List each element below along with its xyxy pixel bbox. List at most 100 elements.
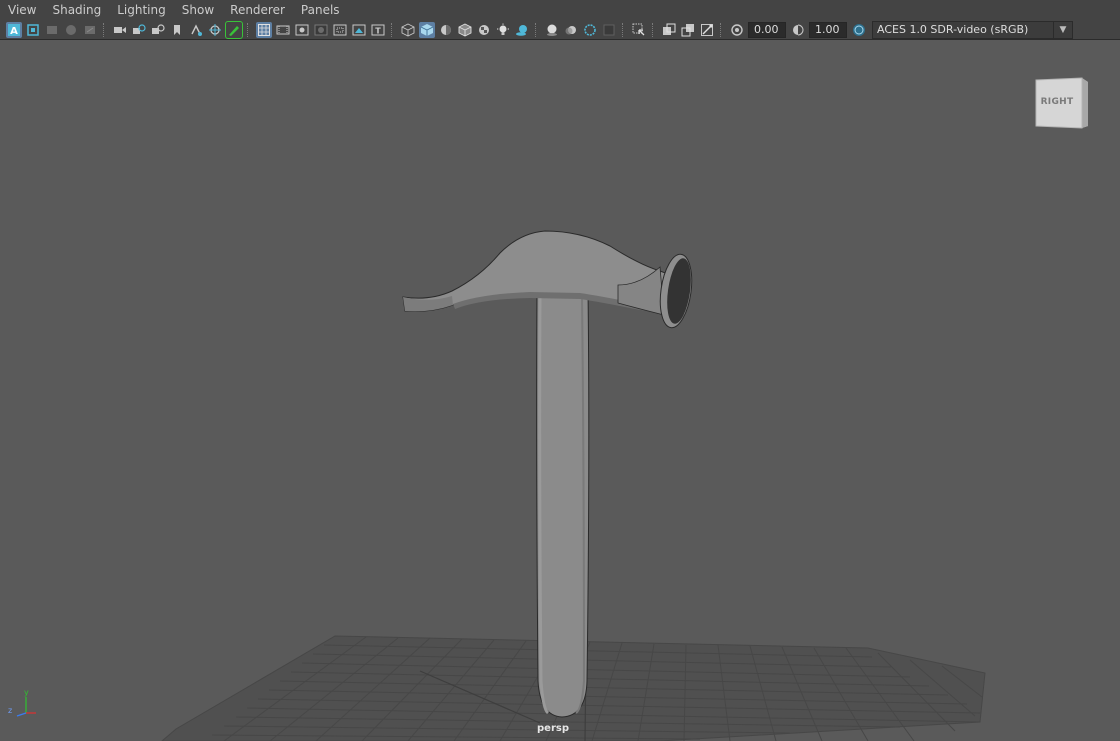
xray-active-components-button[interactable]: [680, 22, 696, 38]
camera-attributes-button[interactable]: [25, 22, 41, 38]
half-sphere-icon: [440, 24, 451, 35]
maya-viewport-panel: View Shading Lighting Show Renderer Pane…: [0, 0, 1120, 741]
safe-action-button[interactable]: [351, 22, 367, 38]
grid-icon: [257, 23, 270, 36]
axis-gizmo: y z: [6, 687, 36, 719]
viewcube-face-label: RIGHT: [1040, 97, 1074, 107]
panel-menubar: View Shading Lighting Show Renderer Pane…: [0, 0, 1120, 20]
motion-blur-button[interactable]: [563, 22, 579, 38]
snap-button[interactable]: [188, 22, 204, 38]
motion-blur-icon: [565, 25, 576, 34]
safe-title-icon: T: [371, 24, 384, 35]
toolbar-separator: [103, 22, 106, 37]
grid-toggle-button[interactable]: [255, 21, 272, 38]
2d-pan-button[interactable]: [82, 22, 98, 38]
hammer-handle: [536, 288, 590, 718]
aa-circle-icon: [583, 23, 596, 36]
frame-icon: [26, 23, 39, 36]
view-transform-dropdown[interactable]: ACES 1.0 SDR-video (sRGB) ▼: [872, 20, 1073, 39]
video-camera-icon: [113, 26, 126, 33]
field-chart-button[interactable]: [332, 22, 348, 38]
screen-space-ao-button[interactable]: [544, 22, 560, 38]
grease-pencil-button[interactable]: [224, 20, 243, 39]
resolution-gate-icon: [295, 24, 308, 35]
resolution-gate-button[interactable]: [294, 22, 310, 38]
gate-mask-icon: [314, 24, 327, 35]
pencil-icon: [228, 25, 239, 36]
sphere-dim-icon: [65, 24, 76, 35]
toolbar-separator: [622, 22, 625, 37]
menu-lighting[interactable]: Lighting: [109, 0, 174, 20]
camera-name-label: persp: [537, 723, 569, 734]
gamma-icon: [792, 24, 803, 35]
chevron-down-icon: ▼: [1053, 21, 1072, 38]
bookmark-button[interactable]: [169, 22, 185, 38]
camera-aim-icon: [132, 23, 146, 34]
camera-aim-up-button[interactable]: [150, 22, 166, 38]
wireframe-cube-icon: [401, 22, 414, 37]
panel-toolbar: A T 0.00 1.00 ACES 1.0 SDR-video (sRGB) …: [0, 20, 1120, 40]
dof-icon: [603, 24, 614, 35]
shaded-cube-icon: [420, 23, 433, 36]
menu-panels[interactable]: Panels: [293, 0, 348, 20]
bookmarks-button[interactable]: [44, 22, 60, 38]
xray-icon: [662, 23, 675, 35]
safe-action-icon: [352, 24, 365, 35]
film-gate-button[interactable]: [275, 22, 291, 38]
menu-shading[interactable]: Shading: [44, 0, 109, 20]
bookmark-icon: [173, 24, 180, 35]
scene-canvas: [161, 230, 986, 741]
camera-button[interactable]: [112, 22, 128, 38]
transform-button[interactable]: [207, 22, 223, 38]
gamma-button[interactable]: [790, 22, 806, 38]
smooth-shade-button[interactable]: [418, 21, 435, 38]
image-plane-button[interactable]: [63, 22, 79, 38]
anti-aliasing-button[interactable]: [582, 22, 598, 38]
view-transform-label: ACES 1.0 SDR-video (sRGB): [877, 23, 1029, 36]
svg-text:T: T: [375, 26, 381, 35]
depth-of-field-button[interactable]: [601, 22, 617, 38]
xray-joints-button[interactable]: [699, 22, 715, 38]
image-plane-icon: [46, 25, 57, 34]
wireframe-button[interactable]: [400, 22, 416, 38]
aperture-icon: [730, 23, 743, 36]
toolbar-separator: [391, 22, 394, 37]
xray-components-icon: [681, 23, 694, 36]
shadows-button[interactable]: [514, 22, 530, 38]
toolbar-separator: [535, 22, 538, 37]
exposure-button[interactable]: [729, 22, 745, 38]
menu-renderer[interactable]: Renderer: [222, 0, 293, 20]
menu-view[interactable]: View: [0, 0, 44, 20]
ao-sphere-icon: [546, 24, 557, 36]
textured-button[interactable]: [476, 22, 492, 38]
camera-aim-button[interactable]: [131, 22, 147, 38]
safe-title-button[interactable]: T: [370, 22, 386, 38]
xray-button[interactable]: [661, 22, 677, 38]
xray-joints-icon: [700, 23, 713, 36]
isolate-select-icon: [632, 23, 644, 35]
3d-viewport[interactable]: RIGHT persp y z: [0, 41, 1120, 741]
axis-y-label: y: [24, 688, 29, 697]
select-camera-button[interactable]: A: [5, 21, 22, 38]
field-chart-icon: [333, 24, 346, 35]
wireframe-on-shaded-button[interactable]: [457, 22, 473, 38]
color-management-icon: [852, 23, 865, 36]
use-all-lights-button[interactable]: [495, 22, 511, 38]
camera-aim-up-icon: [151, 23, 165, 34]
toolbar-separator: [247, 22, 250, 37]
gamma-field[interactable]: 1.00: [809, 21, 847, 38]
menu-show[interactable]: Show: [174, 0, 222, 20]
svg-text:A: A: [10, 26, 18, 37]
toolbar-separator: [720, 22, 723, 37]
film-gate-icon: [276, 25, 289, 34]
default-material-button[interactable]: [438, 22, 454, 38]
shadow-sphere-icon: [515, 24, 527, 36]
axis-z-label: z: [8, 706, 13, 715]
gate-mask-button[interactable]: [313, 22, 329, 38]
exposure-field[interactable]: 0.00: [748, 21, 786, 38]
color-management-button[interactable]: [851, 22, 867, 38]
snap-icon: [190, 23, 202, 36]
select-camera-icon: A: [7, 23, 20, 37]
wire-on-shaded-icon: [458, 22, 471, 37]
isolate-select-button[interactable]: [631, 22, 647, 38]
